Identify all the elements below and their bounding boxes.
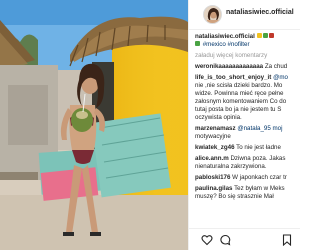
- comment-text: tutaj posta bo ja nie jestem tu S: [195, 106, 282, 113]
- action-bar: [189, 228, 300, 250]
- avatar-image: [204, 6, 221, 23]
- comment: pabloski176 W japonkach czar tr: [195, 174, 300, 182]
- comment-username[interactable]: pabloski176: [195, 174, 230, 181]
- comment: life_is_too_short_enjoy_it @mo: [195, 74, 300, 82]
- mexico-flag-emoji-icon: [268, 33, 274, 38]
- comment-text[interactable]: @natala_95 moj: [237, 125, 282, 132]
- comment: marzenamasz @natala_95 moj: [195, 125, 300, 133]
- sun-emoji-icon: [256, 33, 262, 38]
- avatar[interactable]: [203, 5, 222, 24]
- heart-icon[interactable]: [201, 234, 213, 246]
- comment: paulina.gilas Tez byłam w Meks: [195, 185, 300, 193]
- comment-text: motywacyjne: [195, 133, 231, 140]
- comment-text: Tez byłam w Meks: [234, 185, 285, 192]
- post-sidebar: nataliasiwiec.official nataliasiwiec.off…: [188, 0, 300, 250]
- post-header: nataliasiwiec.official: [189, 0, 300, 30]
- caption-username[interactable]: nataliasiwiec.official: [195, 33, 255, 40]
- bookmark-icon[interactable]: [281, 234, 293, 246]
- comment: kwiatek_zg46 To nie jest ładne: [195, 144, 300, 152]
- comment-text: oczywista opinia.: [195, 114, 242, 121]
- comment-username[interactable]: weronikaaaaaaaaaaaaa: [195, 63, 263, 70]
- comment: weronikaaaaaaaaaaaaa Za chud: [195, 63, 300, 71]
- hashtags[interactable]: #mexico #nofilter: [203, 41, 250, 48]
- comment-text: Dziwna poza. Jakas: [230, 155, 286, 162]
- comment-username[interactable]: kwiatek_zg46: [195, 144, 235, 151]
- comment-icon[interactable]: [219, 234, 231, 246]
- comment-username[interactable]: marzenamasz: [195, 125, 236, 132]
- comment-text: nie ,nie scisła dzieki bardzo. Mo: [195, 82, 283, 89]
- comment-text: załosnym komentowaniem Co do: [195, 98, 287, 105]
- comment-text: nienaturalna zakrzywiona.: [195, 163, 267, 170]
- comment-username[interactable]: paulina.gilas: [195, 185, 232, 192]
- comment-text: W japonkach czar tr: [232, 174, 287, 181]
- load-more-comments-link[interactable]: załaduj więcej komentarzy: [195, 52, 300, 60]
- caption: nataliasiwiec.official: [195, 33, 300, 41]
- post-photo[interactable]: [0, 0, 188, 250]
- comment-text: muszę? Bo się strasznie Mał: [195, 193, 274, 200]
- beach-photo-illustration: [0, 0, 188, 250]
- comment-username[interactable]: alice.ann.m: [195, 155, 229, 162]
- caption-tags: #mexico #nofilter: [195, 41, 300, 49]
- comments-list: nataliasiwiec.official #mexico #nofilter…: [195, 33, 300, 201]
- comment-text[interactable]: @mo: [273, 74, 288, 81]
- header-username[interactable]: nataliasiwiec.official: [226, 9, 294, 16]
- comment: alice.ann.m Dziwna poza. Jakas: [195, 155, 300, 163]
- comment-text: To nie jest ładne: [236, 144, 281, 151]
- palm-emoji-icon: [195, 41, 200, 46]
- palm-emoji-icon: [262, 33, 268, 38]
- comment-text: Za chud: [264, 63, 288, 70]
- comment-text: widze. Powinna mieć ręce pełne: [195, 90, 284, 97]
- comment-username[interactable]: life_is_too_short_enjoy_it: [195, 74, 271, 81]
